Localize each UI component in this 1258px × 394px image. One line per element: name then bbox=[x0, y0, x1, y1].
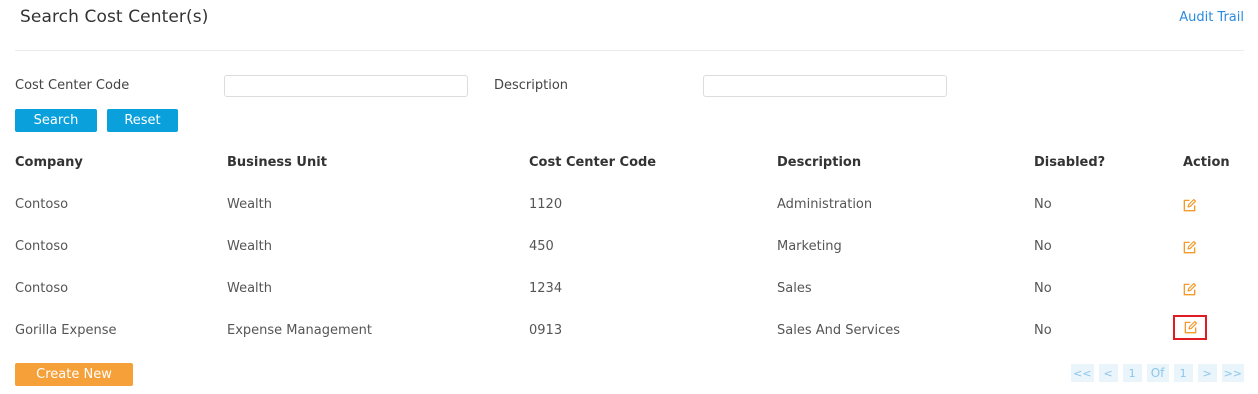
search-cost-center-page: Search Cost Center(s) Audit Trail Cost C… bbox=[0, 0, 1258, 394]
page-of-label: Of bbox=[1146, 364, 1169, 382]
cell-description: Marketing bbox=[777, 239, 842, 254]
last-page-button[interactable]: >> bbox=[1221, 364, 1244, 382]
cell-business-unit: Wealth bbox=[227, 239, 273, 254]
total-pages-number: 1 bbox=[1173, 364, 1193, 382]
edit-button-highlighted[interactable] bbox=[1173, 315, 1207, 340]
column-header-cost-center-code: Cost Center Code bbox=[529, 155, 657, 170]
column-header-disabled: Disabled? bbox=[1034, 155, 1106, 170]
column-header-business-unit: Business Unit bbox=[227, 155, 327, 170]
cell-description: Administration bbox=[777, 197, 873, 212]
cost-center-code-label: Cost Center Code bbox=[15, 78, 130, 93]
cell-company: Contoso bbox=[15, 239, 69, 254]
description-label: Description bbox=[494, 78, 569, 93]
cell-cost-center-code: 1234 bbox=[529, 281, 563, 296]
search-button[interactable]: Search bbox=[15, 109, 97, 132]
edit-icon bbox=[1183, 198, 1196, 211]
page-title: Search Cost Center(s) bbox=[20, 7, 209, 27]
reset-button[interactable]: Reset bbox=[107, 109, 178, 132]
cell-cost-center-code: 1120 bbox=[529, 197, 563, 212]
edit-icon bbox=[1183, 282, 1196, 295]
cell-cost-center-code: 450 bbox=[529, 239, 554, 254]
first-page-button[interactable]: << bbox=[1071, 364, 1094, 382]
cell-disabled: No bbox=[1034, 323, 1052, 338]
cell-disabled: No bbox=[1034, 197, 1052, 212]
edit-button[interactable] bbox=[1179, 237, 1199, 257]
table-row: Contoso Wealth 1234 Sales No bbox=[0, 281, 1258, 323]
pagination: << < 1 Of 1 > >> bbox=[1071, 364, 1244, 382]
next-page-button[interactable]: > bbox=[1197, 364, 1217, 382]
column-header-company: Company bbox=[15, 155, 83, 170]
cell-company: Contoso bbox=[15, 281, 69, 296]
cell-company: Gorilla Expense bbox=[15, 323, 117, 338]
create-new-button[interactable]: Create New bbox=[15, 363, 133, 386]
cell-business-unit: Expense Management bbox=[227, 323, 372, 338]
description-input[interactable] bbox=[703, 75, 947, 97]
table-row: Gorilla Expense Expense Management 0913 … bbox=[0, 315, 1258, 365]
header-divider bbox=[15, 50, 1244, 51]
cell-disabled: No bbox=[1034, 281, 1052, 296]
edit-button[interactable] bbox=[1179, 195, 1199, 215]
cell-business-unit: Wealth bbox=[227, 197, 273, 212]
edit-button[interactable] bbox=[1179, 279, 1199, 299]
cell-description: Sales And Services bbox=[777, 323, 901, 338]
audit-trail-link[interactable]: Audit Trail bbox=[1179, 10, 1244, 25]
cost-center-code-input[interactable] bbox=[224, 75, 468, 97]
edit-icon bbox=[1184, 320, 1197, 334]
cell-business-unit: Wealth bbox=[227, 281, 273, 296]
cell-company: Contoso bbox=[15, 197, 69, 212]
column-header-description: Description bbox=[777, 155, 862, 170]
cell-disabled: No bbox=[1034, 239, 1052, 254]
table-row: Contoso Wealth 450 Marketing No bbox=[0, 239, 1258, 281]
current-page-number[interactable]: 1 bbox=[1122, 364, 1142, 382]
edit-icon bbox=[1183, 240, 1196, 253]
cell-cost-center-code: 0913 bbox=[529, 323, 563, 338]
column-header-action: Action bbox=[1183, 155, 1230, 170]
cell-description: Sales bbox=[777, 281, 812, 296]
table-row: Contoso Wealth 1120 Administration No bbox=[0, 197, 1258, 239]
prev-page-button[interactable]: < bbox=[1098, 364, 1118, 382]
